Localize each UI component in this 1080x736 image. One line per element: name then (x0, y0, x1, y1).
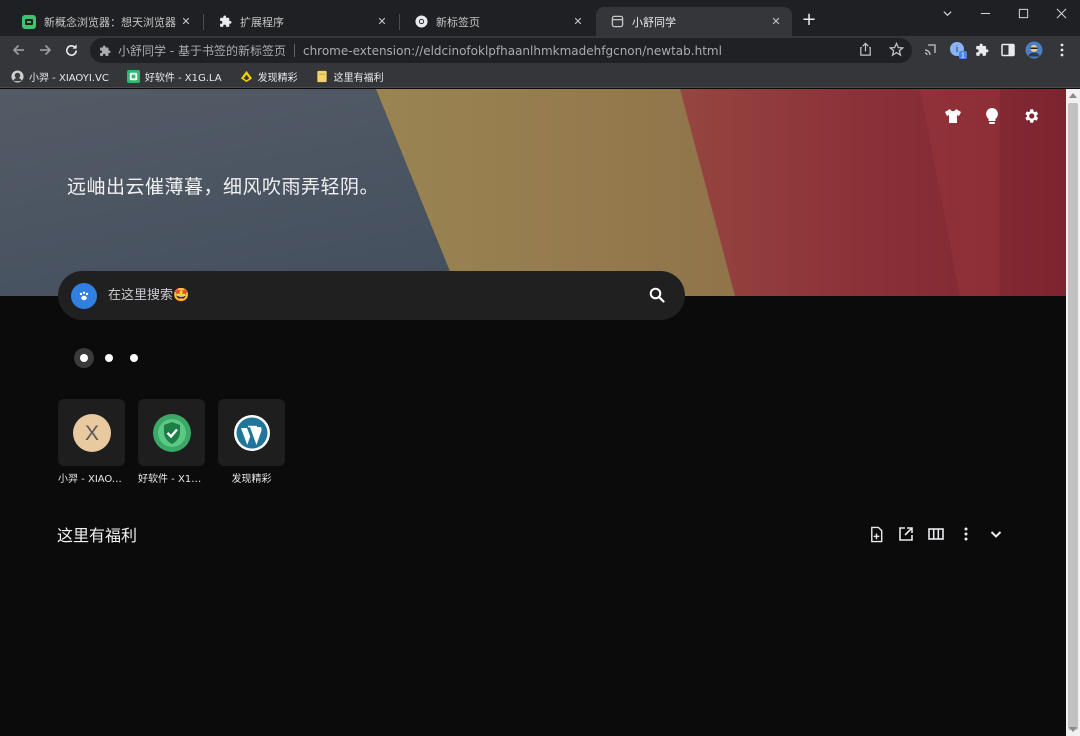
toolbar: 小舒同学 - 基于书签的新标签页 chrome-extension://eldc… (0, 36, 1080, 65)
tab-title: 新标签页 (436, 15, 480, 29)
tab-title: 新概念浏览器：想天浏览器 - 下载 (44, 15, 178, 29)
hero-toolbar (944, 107, 1040, 125)
lightbulb-icon[interactable] (983, 107, 1001, 125)
newtab-page: 远岫出云催薄暮，细风吹雨弄轻阴。 在这里搜索🤩 X 小羿 - XIAOYI. 好… (0, 89, 1066, 736)
page-scrollbar[interactable] (1066, 89, 1080, 736)
close-icon[interactable]: ✕ (374, 14, 390, 30)
letter-x-icon: X (72, 413, 111, 452)
open-external-icon[interactable] (896, 524, 916, 544)
tab-search-chevron-down-icon[interactable] (928, 0, 966, 26)
shortcut-tile[interactable] (138, 399, 205, 466)
new-tab-button[interactable]: + (799, 11, 819, 31)
svg-text:i: i (956, 44, 958, 54)
shortcut-discover[interactable]: 发现精彩 (218, 399, 285, 485)
minimize-icon[interactable] (966, 0, 1004, 26)
svg-text:X: X (84, 422, 98, 445)
shortcut-label: 好软件 - X1G.LA (138, 474, 205, 485)
page-indicator (74, 348, 144, 368)
back-arrow-icon[interactable] (8, 39, 30, 61)
shortcut-x1g[interactable]: 好软件 - X1G.LA (138, 399, 205, 485)
xiangtian-icon (22, 14, 36, 29)
section-toolbar (866, 524, 1006, 544)
more-vertical-icon[interactable] (956, 524, 976, 544)
search-engine-paw-icon[interactable] (71, 282, 97, 309)
bookmark-label: 发现精彩 (257, 72, 298, 84)
bookmark-label: 好软件 - X1G.LA (144, 72, 222, 84)
shortcut-xiaoyi[interactable]: X 小羿 - XIAOYI.VC (58, 399, 125, 485)
shortcut-tile[interactable]: X (58, 399, 125, 466)
x1g-icon (126, 69, 140, 83)
theme-shirt-icon[interactable] (944, 107, 962, 125)
add-bookmark-icon[interactable] (866, 524, 886, 544)
extension-profile-icon[interactable]: i1 (948, 40, 968, 60)
extension-badge: 1 (961, 53, 965, 60)
extensions-puzzle-icon[interactable] (972, 40, 992, 60)
tab-xiangtian[interactable]: 新概念浏览器：想天浏览器 - 下载 ✕ (8, 7, 202, 36)
omnibox-actions (858, 41, 905, 60)
columns-layout-icon[interactable] (926, 524, 946, 544)
bookmark-star-icon[interactable] (888, 41, 905, 60)
tab-title: 小舒同学 (632, 15, 676, 29)
settings-gear-icon[interactable] (1022, 107, 1040, 125)
bookmark-label: 这里有福利 (333, 72, 384, 84)
tab-newtab[interactable]: 新标签页 ✕ (400, 7, 594, 36)
puzzle-icon (98, 44, 112, 58)
wordpress-icon (233, 414, 270, 451)
folder-icon (316, 70, 329, 83)
hero-banner: 远岫出云催薄暮，细风吹雨弄轻阴。 (0, 89, 1066, 296)
scrollbar-thumb[interactable] (1068, 103, 1078, 730)
side-panel-icon[interactable] (998, 40, 1018, 60)
bookmark-folder-fuli[interactable]: 这里有福利 (316, 69, 384, 84)
search-box (58, 271, 685, 320)
maximize-icon[interactable] (1004, 0, 1042, 26)
tab-extensions[interactable]: 扩展程序 ✕ (204, 7, 398, 36)
omnibox-divider (293, 44, 295, 57)
scroll-down-arrow-icon[interactable] (1069, 727, 1077, 732)
puzzle-icon (218, 15, 232, 29)
tab-title: 扩展程序 (240, 15, 284, 29)
bookmark-discover[interactable]: 发现精彩 (240, 69, 298, 84)
share-icon[interactable] (858, 42, 873, 60)
shortcut-label: 小羿 - XIAOYI.VC (58, 474, 125, 485)
avatar-icon (11, 69, 24, 83)
shortcut-label: 发现精彩 (231, 474, 272, 485)
page-dot-2[interactable] (99, 348, 119, 368)
profile-avatar[interactable] (1024, 40, 1044, 60)
bookmark-label: 小羿 - XIAOYI.VC (29, 72, 109, 84)
close-window-icon[interactable] (1042, 0, 1080, 26)
discover-icon (240, 70, 253, 83)
shortcut-tile[interactable] (218, 399, 285, 466)
close-icon[interactable]: ✕ (570, 14, 586, 30)
tab-xiaoshu[interactable]: 小舒同学 ✕ (596, 7, 792, 36)
close-icon[interactable]: ✕ (768, 14, 784, 30)
address-bar[interactable]: 小舒同学 - 基于书签的新标签页 chrome-extension://eldc… (90, 38, 912, 63)
scroll-up-arrow-icon[interactable] (1069, 93, 1077, 98)
site-name: 小舒同学 - 基于书签的新标签页 (118, 44, 286, 58)
poem-quote: 远岫出云催薄暮，细风吹雨弄轻阴。 (67, 176, 380, 198)
bookmarks-bar: 小羿 - XIAOYI.VC 好软件 - X1G.LA 发现精彩 这里有福利 (0, 65, 1080, 88)
bookmark-xiaoyi[interactable]: 小羿 - XIAOYI.VC (11, 69, 109, 84)
reload-icon[interactable] (60, 39, 82, 61)
url-text[interactable]: chrome-extension://eldcinofoklpfhaanlhmk… (303, 44, 722, 58)
shortcut-grid: X 小羿 - XIAOYI.VC 好软件 - X1G.LA (58, 399, 285, 485)
page-icon (610, 15, 624, 29)
more-vertical-icon[interactable] (1052, 40, 1072, 60)
close-icon[interactable]: ✕ (178, 14, 194, 30)
cast-icon[interactable] (920, 40, 940, 60)
tab-strip: 新概念浏览器：想天浏览器 - 下载 ✕ 扩展程序 ✕ 新标签页 ✕ 小舒同学 ✕… (0, 0, 1080, 36)
bookmark-x1g[interactable]: 好软件 - X1G.LA (126, 69, 222, 84)
page-dot-3[interactable] (124, 348, 144, 368)
search-input[interactable] (108, 288, 685, 303)
chrome-icon (414, 15, 428, 29)
search-icon[interactable] (647, 285, 667, 305)
shield-check-icon (152, 413, 191, 452)
page-dot-1[interactable] (74, 348, 94, 368)
chevron-down-icon[interactable] (986, 524, 1006, 544)
forward-arrow-icon[interactable] (34, 39, 56, 61)
section-title: 这里有福利 (57, 526, 138, 545)
